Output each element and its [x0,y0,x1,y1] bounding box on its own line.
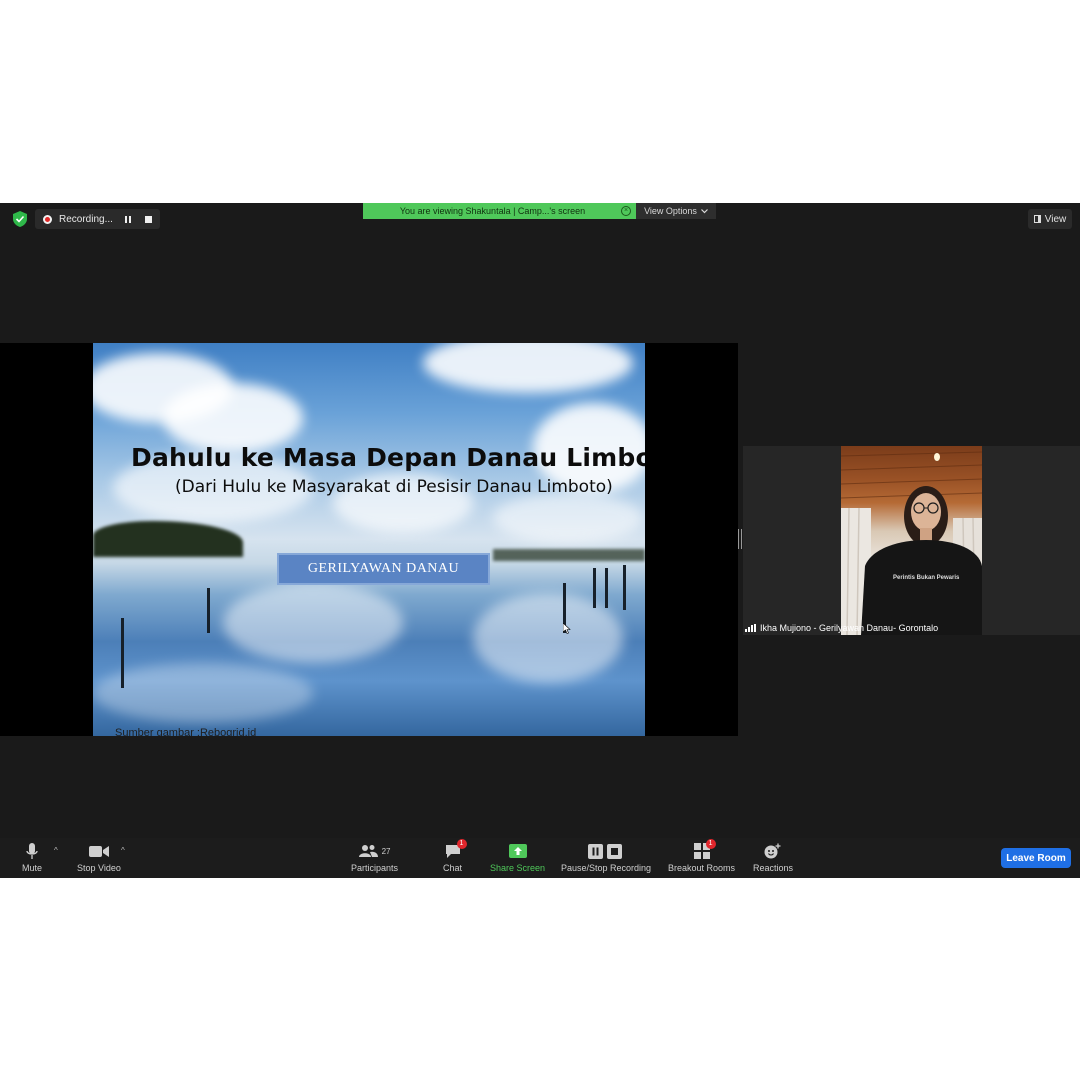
close-icon[interactable]: × [621,206,631,216]
shared-screen-area: Dahulu ke Masa Depan Danau Limboto (Dari… [0,343,738,736]
reactions-button[interactable]: Reactions [753,842,793,873]
breakout-rooms-icon: 1 [693,839,716,860]
participants-icon: 27 [358,842,391,860]
slide-subtitle: (Dari Hulu ke Masyarakat di Pesisir Dana… [175,477,613,497]
split-drag-handle[interactable] [738,529,742,549]
leave-room-button[interactable]: Leave Room [1001,848,1071,868]
breakout-rooms-button[interactable]: 1 Breakout Rooms [668,839,736,873]
mute-options-chevron-icon[interactable]: ^ [54,846,58,855]
video-options-chevron-icon[interactable]: ^ [121,846,125,855]
participant-tile[interactable]: Perintis Bukan Pewaris Ikha Mujiono - Ge… [743,446,1080,635]
reactions-label: Reactions [753,863,794,873]
viewing-banner-text: You are viewing Shakuntala | Camp...'s s… [399,206,586,216]
chat-icon: 1 [445,839,467,860]
microphone-icon [26,842,38,860]
participant-video: Perintis Bukan Pewaris [841,446,982,635]
zoom-meeting-window: Recording... You are viewing Shakuntala … [0,203,1080,878]
security-shield-icon[interactable] [12,211,28,227]
share-screen-icon [508,842,527,860]
breakout-badge: 1 [705,839,716,849]
pause-stop-recording-icon [588,842,624,860]
share-screen-button[interactable]: Share Screen [490,842,545,873]
chat-badge: 1 [456,839,467,849]
svg-text:Perintis Bukan Pewaris: Perintis Bukan Pewaris [893,575,960,581]
stop-video-label: Stop Video [77,863,121,873]
recording-indicator: Recording... [35,209,160,229]
recording-label: Recording... [59,213,113,225]
viewing-screen-banner: You are viewing Shakuntala | Camp...'s s… [363,203,636,219]
stop-recording-icon[interactable] [145,215,152,223]
mouse-cursor-icon [563,623,571,634]
chat-label: Chat [443,863,463,873]
pause-recording-icon[interactable] [125,215,131,223]
smiley-plus-icon [764,842,782,860]
meeting-toolbar: Mute ^ Stop Video ^ 27 Participants 1 Ch… [0,838,1080,878]
record-dot-icon [43,214,52,224]
stop-video-button[interactable]: Stop Video [77,842,121,873]
chat-button[interactable]: 1 Chat [443,839,467,873]
presentation-slide: Dahulu ke Masa Depan Danau Limboto (Dari… [93,343,645,736]
slide-badge: GERILYAWAN DANAU [277,553,490,585]
view-options-button[interactable]: View Options [636,203,716,219]
view-options-label: View Options [644,206,697,216]
share-screen-label: Share Screen [490,863,546,873]
slide-title: Dahulu ke Masa Depan Danau Limboto [131,443,645,472]
pause-stop-recording-label: Pause/Stop Recording [561,863,652,873]
view-layout-icon [1033,215,1041,223]
chevron-down-icon [701,208,708,213]
participants-count: 27 [381,846,391,856]
participants-label: Participants [351,863,399,873]
breakout-rooms-label: Breakout Rooms [668,863,736,873]
participant-name-bar: Ikha Mujiono - Gerilyawan Danau- Goronta… [743,621,938,635]
slide-source-caption: Sumber gambar :Rebogrid.id [115,727,257,736]
pause-stop-recording-button[interactable]: Pause/Stop Recording [561,842,651,873]
video-camera-icon [88,842,109,860]
mute-button[interactable]: Mute [22,842,42,873]
participant-name: Ikha Mujiono - Gerilyawan Danau- Goronta… [760,623,939,633]
signal-strength-icon [745,624,756,632]
mute-label: Mute [22,863,43,873]
view-button[interactable]: View [1028,209,1072,229]
participants-button[interactable]: 27 Participants [351,842,398,873]
view-label: View [1044,213,1067,225]
